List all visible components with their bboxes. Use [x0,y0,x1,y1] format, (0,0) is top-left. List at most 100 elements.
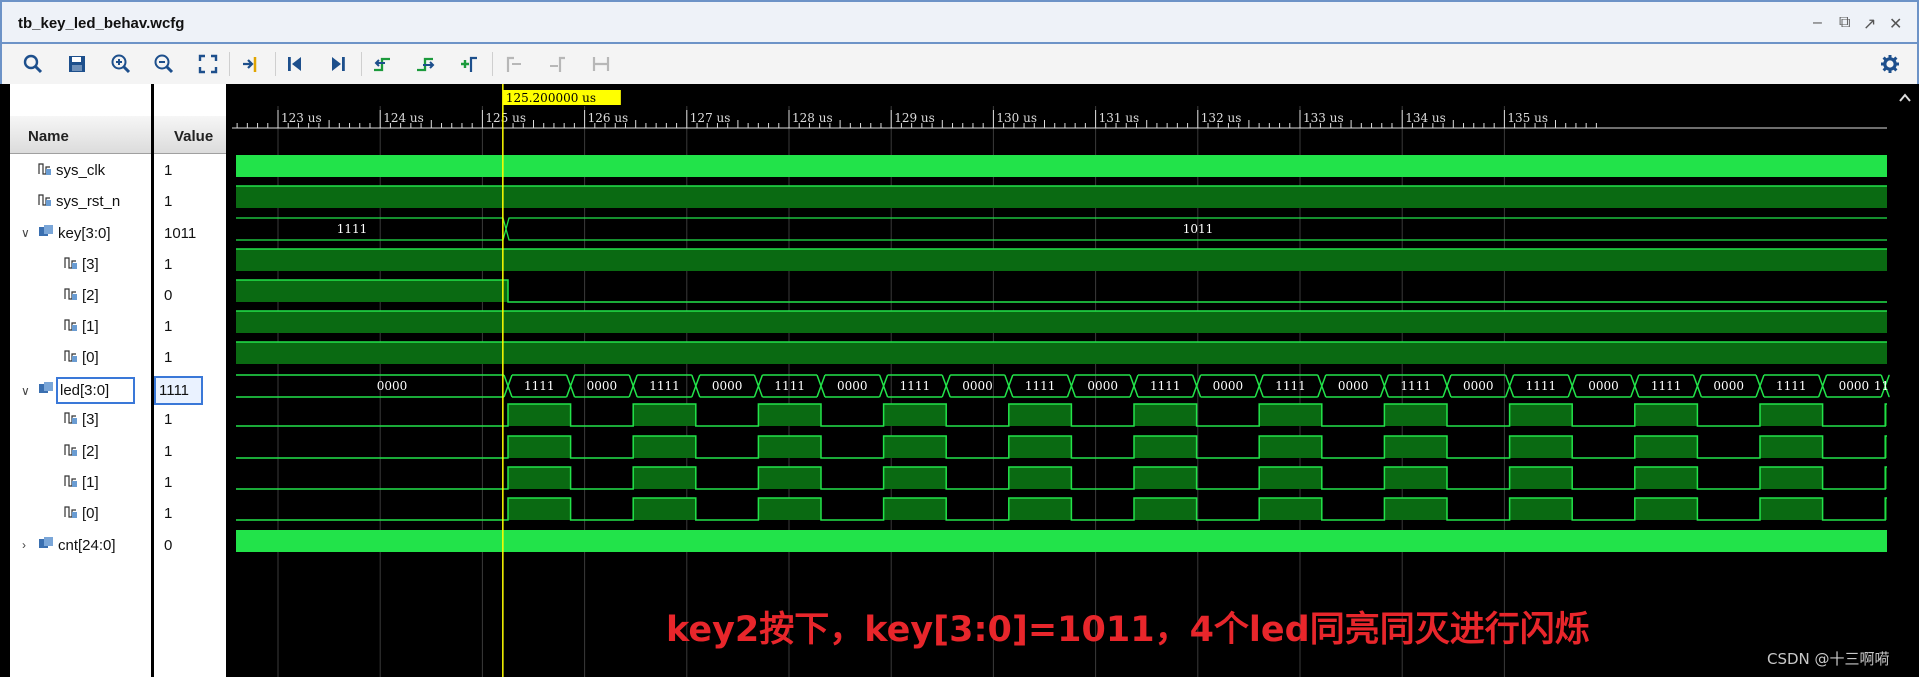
signal-icon [38,193,52,211]
value-column-header[interactable]: Value [154,116,226,154]
bus-value-label: 0000 [1588,379,1619,393]
led-bus-transition [1004,374,1014,398]
cnt-bus-wave [236,530,1887,552]
search-icon[interactable] [18,50,48,78]
led-bus-transition [503,374,513,398]
signal-row-key-bus[interactable]: key[3:0] [38,218,111,249]
signal-row-led-2[interactable]: [2] [64,436,99,467]
signal-row-led-1[interactable]: [1] [64,467,99,498]
previous-marker-icon[interactable] [499,50,529,78]
signal-name: [2] [82,443,99,460]
bit-high-fill [633,467,696,489]
bit-high-fill [1634,436,1698,458]
bit-high-fill [883,404,947,426]
bit-high-fill [1509,498,1573,520]
maximize-icon[interactable]: ↗ [1863,14,1876,34]
signal-name: [3] [82,411,99,428]
name-column-header[interactable]: Name [10,116,151,154]
signal-row-led-bus[interactable]: led[3:0] [38,375,136,406]
signal-value: 1 [164,443,173,460]
previous-transition-icon[interactable] [368,50,398,78]
key-bus-wave [236,217,1887,241]
bus-value-label: 0000 [587,379,618,393]
tick-label: 129 us [894,111,935,125]
go-to-cursor-icon[interactable] [236,50,266,78]
next-marker-icon[interactable] [542,50,572,78]
zoom-fit-icon[interactable] [193,50,223,78]
bit-high-fill [1509,404,1573,426]
led-bus-transition [1692,374,1703,398]
chevron-down-icon[interactable]: ∨ [21,226,30,240]
signal-row-sys-rst-n[interactable]: sys_rst_n [38,186,120,217]
signal-row-key-3[interactable]: [3] [64,249,99,280]
signal-value: 0 [164,287,173,304]
cursor-label: 125.200000 us [506,91,596,105]
signal-row-key-1[interactable]: [1] [64,311,99,342]
bus-icon [38,225,54,242]
bus-value-label: 0000 [962,379,993,393]
bit-high-fill [1134,467,1197,489]
bit-high-fill [1384,498,1447,520]
signal-name[interactable]: led[3:0] [55,377,136,404]
bus-value-label: 1111 [649,379,680,393]
led-bus-transition [1442,374,1452,398]
save-icon[interactable] [62,50,92,78]
tick-label: 131 us [1099,111,1140,125]
bit-high-fill [1760,436,1823,458]
bus-value-label: 0000 [1087,379,1118,393]
signal-row-sys-clk[interactable]: sys_clk [38,155,105,186]
tick-label: 132 us [1201,111,1242,125]
swap-cursors-icon[interactable] [586,50,616,78]
bus-value-label: 0000 [712,379,743,393]
bit-high-fill [508,436,571,458]
bit-high-fill [1509,436,1573,458]
signal-row-led-3[interactable]: [3] [64,404,99,435]
signal-name: [3] [82,256,99,273]
settings-icon[interactable] [1875,50,1905,78]
close-icon[interactable]: ✕ [1889,14,1902,34]
chevron-right-icon[interactable]: › [22,538,26,552]
signal-row-led-0[interactable]: [0] [64,498,99,529]
bit-high-fill [1384,436,1447,458]
signal-row-key-2[interactable]: [2] [64,280,99,311]
signal-value: 1 [164,505,173,522]
signal-value: 0 [164,537,173,554]
signal-row-key-0[interactable]: [0] [64,342,99,373]
bus-value-label: 0000 [1839,379,1870,393]
minimize-icon[interactable]: – [1813,14,1822,32]
bit-high-fill [508,404,571,426]
signal-icon [64,318,78,336]
next-transition-icon[interactable] [411,50,441,78]
bus-value-label: 0000 [1463,379,1494,393]
watermark: CSDN @十三啊嗬 [1767,650,1890,668]
bit-high-fill [1760,467,1823,489]
signal-icon [64,349,78,367]
bit-high-fill [633,404,696,426]
zoom-out-icon[interactable] [149,50,179,78]
signal-row-cnt-bus[interactable]: cnt[24:0] [38,530,116,561]
go-to-start-icon[interactable] [280,50,310,78]
bus-value-label: 1111 [1025,379,1056,393]
signal-value: 1 [164,411,173,428]
vertical-scrollbar[interactable] [1890,84,1919,677]
signal-icon [64,474,78,492]
led-bus-transition [816,374,826,398]
bit-high-fill [1008,498,1072,520]
zoom-in-icon[interactable] [106,50,136,78]
sys-rst-n-fill [236,186,1887,208]
restore-icon[interactable]: ⧉ [1839,14,1850,32]
waveform-canvas[interactable]: 123 us 124 us 125 us 126 us 127 us 128 us 129 … [232,84,1890,677]
bus-value-label: 1111 [900,379,931,393]
led-bus-transition [1755,374,1765,398]
tick-label: 124 us [383,111,424,125]
go-to-end-icon[interactable] [323,50,353,78]
led-bus-transition [565,374,576,398]
add-marker-icon[interactable] [455,50,485,78]
bit-high-fill [883,498,947,520]
signal-value: 1 [164,349,173,366]
tick-label: 133 us [1303,111,1344,125]
signal-icon [64,287,78,305]
chevron-down-icon[interactable]: ∨ [21,384,30,398]
signal-value: 1 [164,193,173,210]
bit-high-fill [1384,467,1447,489]
